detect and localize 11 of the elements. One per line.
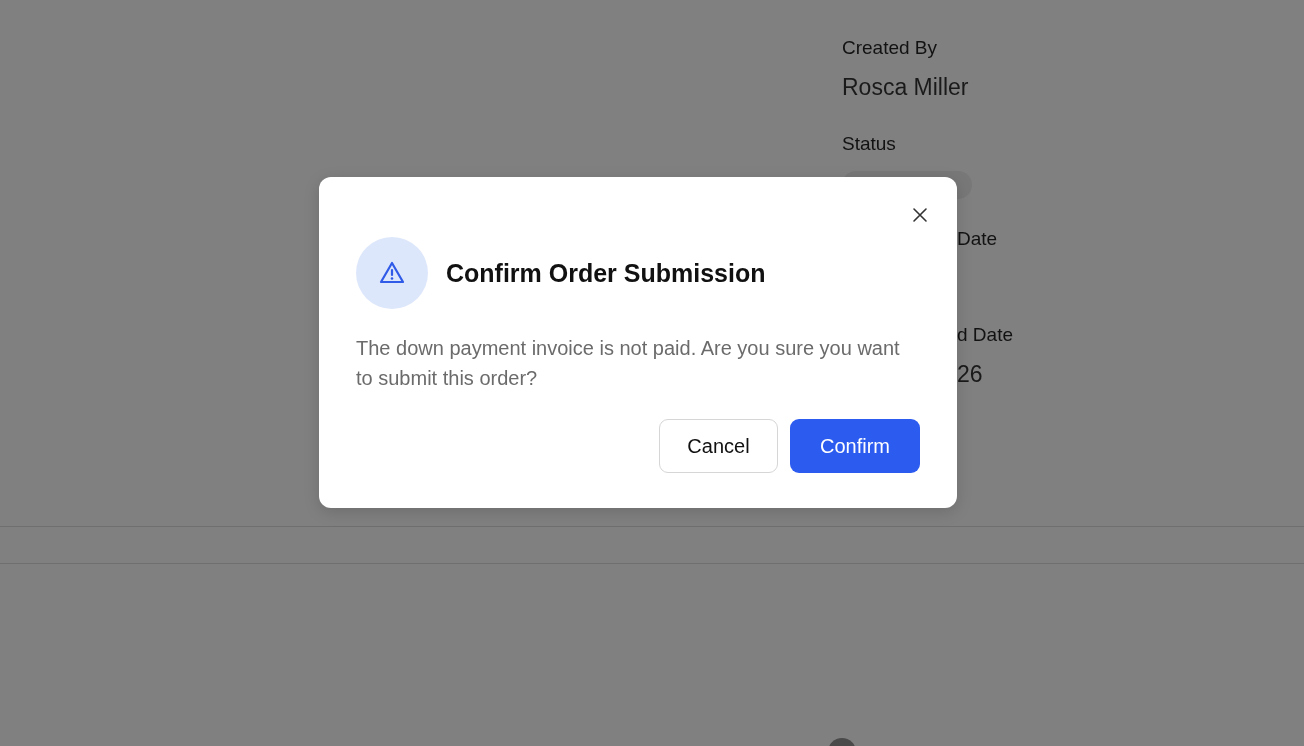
dialog-title: Confirm Order Submission xyxy=(446,258,766,288)
field-label: Created By xyxy=(842,36,938,60)
confirm-button[interactable]: Confirm xyxy=(790,419,920,473)
field-value: Rosca Miller xyxy=(842,73,969,102)
cancel-button[interactable]: Cancel xyxy=(659,419,778,473)
field-label: Status xyxy=(842,132,896,156)
dialog-message: The down payment invoice is not paid. Are you sure you want to submit this order? xyxy=(356,336,901,391)
field-label: d Date xyxy=(957,323,1013,347)
close-icon[interactable] xyxy=(910,205,930,225)
field-value: 26 xyxy=(957,360,983,389)
field-label: Date xyxy=(957,227,998,251)
